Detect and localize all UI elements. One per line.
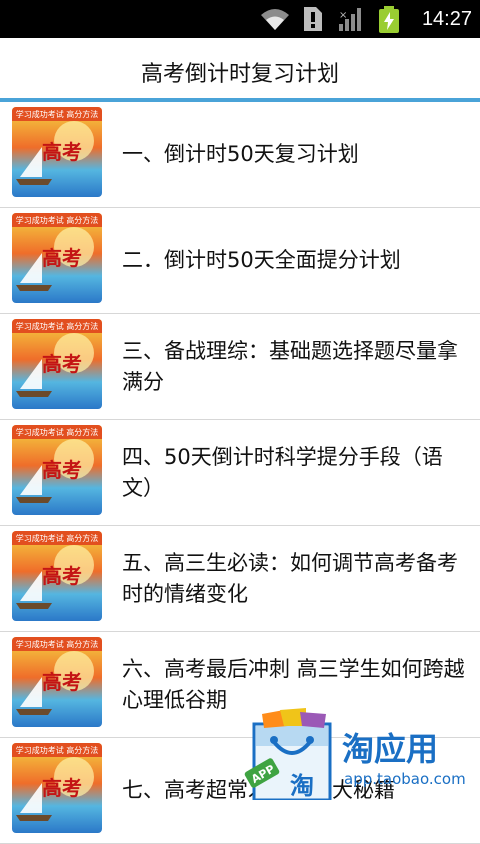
list-item-label: 一、倒计时50天复习计划: [122, 142, 359, 166]
svg-text:×: ×: [339, 10, 347, 21]
signal-icon: ×: [339, 8, 361, 31]
thumbnail-top-text: 学习成功考试 高分方法: [16, 321, 99, 331]
list-item[interactable]: 学习成功考试 高分方法 高考 一、倒计时50天复习计划: [0, 102, 480, 208]
wifi-icon: [261, 9, 289, 30]
list-item-label: 二．倒计时50天全面提分计划: [122, 248, 401, 272]
badge-url: app.taobao.com: [344, 770, 466, 788]
thumbnail-banner-text: 高考: [42, 776, 82, 800]
shopping-bag-icon: APP 淘 淘应用 app.taobao.com: [244, 708, 466, 802]
badge-name: 淘应用: [342, 730, 438, 768]
bag-character: 淘: [290, 772, 314, 800]
alert-icon: [304, 7, 322, 31]
thumbnail-banner-text: 高考: [42, 140, 82, 164]
thumbnail-top-text: 学习成功考试 高分方法: [16, 427, 99, 437]
thumbnail-banner-text: 高考: [42, 458, 82, 482]
thumbnail-top-text: 学习成功考试 高分方法: [16, 745, 99, 755]
thumbnail-banner-text: 高考: [42, 352, 82, 376]
thumbnail-image: 学习成功考试 高分方法 高考: [12, 637, 102, 727]
thumbnail-image: 学习成功考试 高分方法 高考: [12, 531, 102, 621]
list-item-label: 五、高三生必读：如何调节高考备考时的情绪变化: [122, 550, 458, 606]
page-title: 高考倒计时复习计划: [0, 38, 480, 98]
thumbnail-banner-text: 高考: [42, 670, 82, 694]
taobao-app-badge[interactable]: APP 淘 淘应用 app.taobao.com: [240, 706, 480, 802]
thumbnail-image: 学习成功考试 高分方法 高考: [12, 425, 102, 515]
thumbnail-image: 学习成功考试 高分方法 高考: [12, 743, 102, 833]
thumbnail-image: 学习成功考试 高分方法 高考: [12, 107, 102, 197]
thumbnail-banner-text: 高考: [42, 246, 82, 270]
thumbnail-top-text: 学习成功考试 高分方法: [16, 533, 99, 543]
thumbnail-image: 学习成功考试 高分方法 高考: [12, 213, 102, 303]
status-bar: × 14:27: [0, 0, 480, 38]
list-item[interactable]: 学习成功考试 高分方法 高考 五、高三生必读：如何调节高考备考时的情绪变化: [0, 526, 480, 632]
thumbnail-image: 学习成功考试 高分方法 高考: [12, 319, 102, 409]
list-item-label: 四、50天倒计时科学提分手段（语文）: [122, 444, 443, 500]
thumbnail-top-text: 学习成功考试 高分方法: [16, 639, 99, 649]
list-item-label: 三、备战理综：基础题选择题尽量拿满分: [122, 338, 458, 394]
list-item[interactable]: 学习成功考试 高分方法 高考 四、50天倒计时科学提分手段（语文）: [0, 420, 480, 526]
thumbnail-banner-text: 高考: [42, 564, 82, 588]
thumbnail-top-text: 学习成功考试 高分方法: [16, 109, 99, 119]
list-item[interactable]: 学习成功考试 高分方法 高考 二．倒计时50天全面提分计划: [0, 208, 480, 314]
battery-charging-icon: [379, 6, 399, 33]
thumbnail-top-text: 学习成功考试 高分方法: [16, 215, 99, 225]
list-item[interactable]: 学习成功考试 高分方法 高考 三、备战理综：基础题选择题尽量拿满分: [0, 314, 480, 420]
clock: 14:27: [421, 8, 472, 30]
